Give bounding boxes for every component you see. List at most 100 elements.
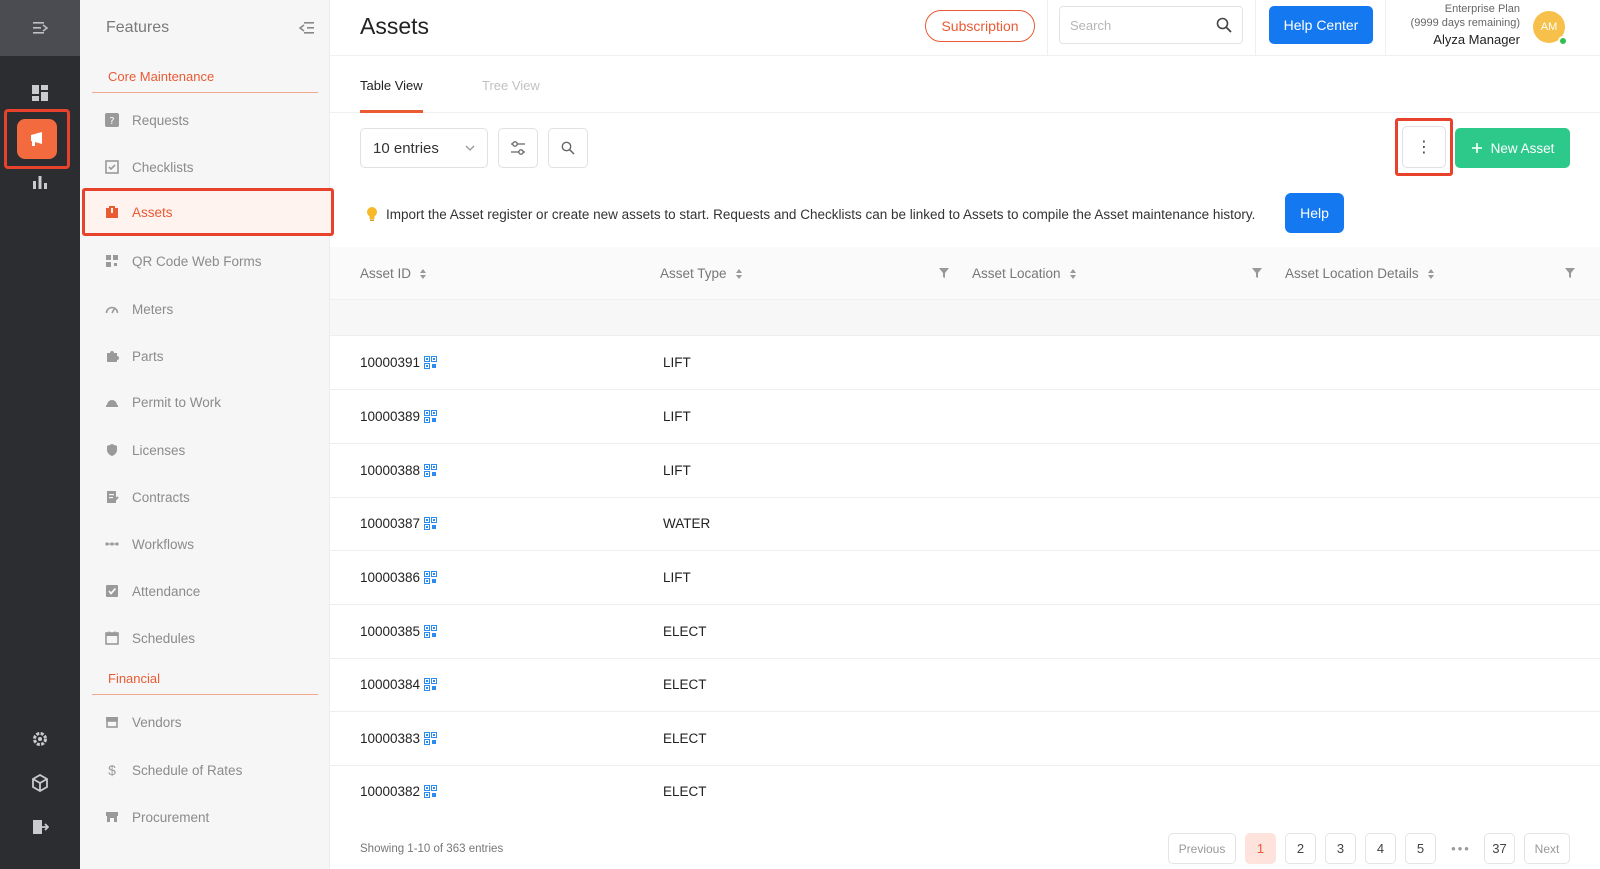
search-icon[interactable] xyxy=(1216,17,1232,33)
pagination-previous[interactable]: Previous xyxy=(1168,833,1236,864)
sidebar-item-requests[interactable]: ? Requests xyxy=(80,96,330,144)
asset-id[interactable]: 10000385 xyxy=(360,624,420,639)
table-header: Asset ID Asset Type Asset Location Asset… xyxy=(330,247,1600,300)
rail-logout[interactable] xyxy=(0,816,80,838)
rail-dashboard[interactable] xyxy=(0,82,80,104)
help-button[interactable]: Help xyxy=(1285,193,1344,233)
qr-code-icon[interactable] xyxy=(424,571,438,584)
section-core-maintenance: Core Maintenance xyxy=(92,69,318,93)
search-box[interactable] xyxy=(1059,6,1243,44)
pagination-ellipsis: ••• xyxy=(1451,841,1471,856)
qr-code-icon[interactable] xyxy=(424,625,438,638)
table-filter-row xyxy=(330,300,1600,336)
pagination-page-4[interactable]: 4 xyxy=(1365,833,1396,864)
asset-id[interactable]: 10000389 xyxy=(360,409,420,424)
asset-id[interactable]: 10000384 xyxy=(360,677,420,692)
rail-reports[interactable] xyxy=(0,170,80,192)
qr-code-icon[interactable] xyxy=(424,356,438,369)
column-settings-button[interactable] xyxy=(498,128,538,168)
table-row[interactable]: 10000391 LIFT xyxy=(330,336,1600,390)
tab-tree-view[interactable]: Tree View xyxy=(482,78,540,93)
sidebar-item-attendance[interactable]: Attendance xyxy=(80,567,330,615)
rail-menu-button[interactable] xyxy=(0,0,80,56)
qr-code-icon[interactable] xyxy=(424,785,438,798)
table-search-button[interactable] xyxy=(548,128,588,168)
qr-code-icon[interactable] xyxy=(424,732,438,745)
pagination-page-5[interactable]: 5 xyxy=(1405,833,1436,864)
table-row[interactable]: 10000386 LIFT xyxy=(330,551,1600,605)
asset-id[interactable]: 10000388 xyxy=(360,463,420,478)
sidebar-item-parts[interactable]: Parts xyxy=(80,332,330,380)
sidebar-item-workflows[interactable]: Workflows xyxy=(80,520,330,568)
help-center-button[interactable]: Help Center xyxy=(1269,6,1373,44)
rail-modules[interactable] xyxy=(0,772,80,794)
sidebar-item-assets[interactable]: Assets xyxy=(82,188,334,236)
sidebar-item-permit-to-work[interactable]: Permit to Work xyxy=(80,378,330,426)
check-box-icon xyxy=(106,585,118,597)
table-row[interactable]: 10000385 ELECT xyxy=(330,605,1600,659)
info-banner: Import the Asset register or create new … xyxy=(366,206,1255,222)
table-row[interactable]: 10000384 ELECT xyxy=(330,658,1600,712)
pagination-next[interactable]: Next xyxy=(1524,833,1570,864)
qr-code-icon[interactable] xyxy=(424,410,438,423)
table-row[interactable]: 10000383 ELECT xyxy=(330,712,1600,766)
table-row[interactable]: 10000382 ELECT xyxy=(330,765,1600,819)
pagination-page-last[interactable]: 37 xyxy=(1484,833,1515,864)
dollar-icon: $ xyxy=(108,762,116,778)
sidebar-item-schedule-of-rates[interactable]: $ Schedule of Rates xyxy=(80,746,330,794)
puzzle-icon xyxy=(107,351,119,362)
qr-code-icon[interactable] xyxy=(424,517,438,530)
chart-icon xyxy=(33,176,47,189)
checklist-icon xyxy=(105,160,119,174)
filter-icon[interactable] xyxy=(1251,267,1263,279)
qr-code-icon[interactable] xyxy=(424,464,438,477)
new-asset-button[interactable]: New Asset xyxy=(1455,128,1570,168)
pagination-page-2[interactable]: 2 xyxy=(1285,833,1316,864)
logout-icon xyxy=(33,820,49,834)
asset-id[interactable]: 10000386 xyxy=(360,570,420,585)
sidebar-item-checklists[interactable]: Checklists xyxy=(80,143,330,191)
filter-icon[interactable] xyxy=(1564,267,1576,279)
sidebar-item-vendors[interactable]: Vendors xyxy=(80,698,330,746)
online-status-dot xyxy=(1558,36,1568,46)
asset-type: LIFT xyxy=(663,570,691,585)
asset-type: WATER xyxy=(663,516,711,531)
asset-id[interactable]: 10000391 xyxy=(360,355,420,370)
column-asset-id[interactable]: Asset ID xyxy=(360,266,427,281)
qr-code-icon[interactable] xyxy=(424,678,438,691)
table-row[interactable]: 10000389 LIFT xyxy=(330,390,1600,444)
more-options-button[interactable]: ⋮ xyxy=(1402,126,1446,168)
asset-type: LIFT xyxy=(663,355,691,370)
column-asset-type[interactable]: Asset Type xyxy=(660,266,743,281)
table-row[interactable]: 10000388 LIFT xyxy=(330,444,1600,498)
sidebar-item-licenses[interactable]: Licenses xyxy=(80,426,330,474)
user-name[interactable]: Alyza Manager xyxy=(1370,30,1520,50)
qr-icon xyxy=(106,255,118,267)
table-row[interactable]: 10000387 WATER xyxy=(330,497,1600,551)
column-asset-location[interactable]: Asset Location xyxy=(972,266,1077,281)
filter-icon[interactable] xyxy=(938,267,950,279)
rail-settings[interactable] xyxy=(0,728,80,750)
asset-id[interactable]: 10000382 xyxy=(360,784,420,799)
tab-table-view[interactable]: Table View xyxy=(360,78,423,93)
sidebar-item-schedules[interactable]: Schedules xyxy=(80,614,330,662)
sidebar-item-procurement[interactable]: Procurement xyxy=(80,793,330,841)
sidebar-item-contracts[interactable]: Contracts xyxy=(80,473,330,521)
showing-entries: Showing 1-10 of 363 entries xyxy=(360,843,504,855)
entries-value: 10 entries xyxy=(373,139,439,157)
rail-maintenance-active[interactable] xyxy=(4,109,70,169)
pagination-page-1[interactable]: 1 xyxy=(1245,833,1276,864)
gear-icon xyxy=(33,732,47,746)
megaphone-icon xyxy=(31,132,42,146)
collapse-panel-icon[interactable] xyxy=(299,21,315,35)
search-input[interactable] xyxy=(1070,17,1216,33)
sidebar-item-qr-code-web-forms[interactable]: QR Code Web Forms xyxy=(80,237,330,285)
entries-select[interactable]: 10 entries xyxy=(360,128,488,168)
sidebar-item-meters[interactable]: Meters xyxy=(80,285,330,333)
column-asset-location-details[interactable]: Asset Location Details xyxy=(1285,266,1435,281)
plan-remaining: (9999 days remaining) xyxy=(1410,17,1520,29)
subscription-button[interactable]: Subscription xyxy=(925,10,1035,42)
asset-id[interactable]: 10000383 xyxy=(360,731,420,746)
pagination-page-3[interactable]: 3 xyxy=(1325,833,1356,864)
asset-id[interactable]: 10000387 xyxy=(360,516,420,531)
